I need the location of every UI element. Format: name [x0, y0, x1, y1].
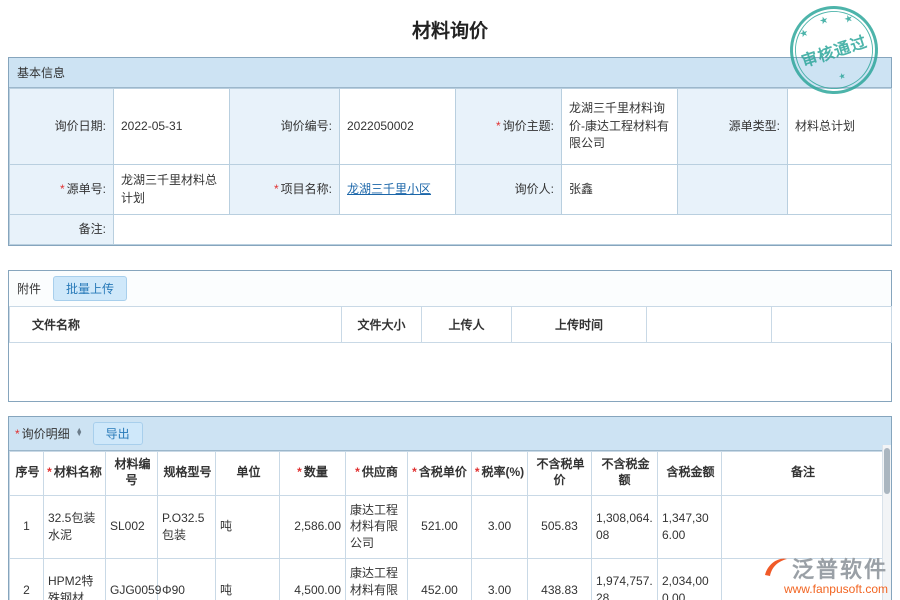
attachments-table: 文件名称 文件大小 上传人 上传时间 — [9, 306, 892, 401]
brand-name: 泛普软件 — [792, 552, 888, 584]
attachments-section: 附件 批量上传 文件名称 文件大小 上传人 上传时间 — [8, 270, 892, 402]
cell-remark — [722, 495, 883, 558]
subject-value: 龙湖三千里材料询价-康达工程材料有限公司 — [562, 89, 678, 165]
cell-untaxed-price: 505.83 — [528, 495, 592, 558]
col-empty-2 — [772, 307, 892, 343]
col-remark: 备注 — [722, 451, 883, 495]
col-untaxed-amount: 不含税金额 — [592, 451, 658, 495]
project-name-link[interactable]: 龙湖三千里小区 — [347, 182, 431, 196]
export-button[interactable]: 导出 — [93, 422, 143, 445]
cell-unit: 吨 — [216, 495, 280, 558]
cell-material-name: HPM2特殊钢材 — [44, 558, 106, 600]
col-taxed-price: *含税单价 — [408, 451, 472, 495]
source-type-value: 材料总计划 — [788, 89, 892, 165]
cell-seq: 2 — [10, 558, 44, 600]
cell-spec-model: Φ90 — [158, 558, 216, 600]
sort-icon[interactable]: ▲▼ — [76, 429, 83, 437]
col-quantity: *数量 — [280, 451, 346, 495]
basic-row-1: 询价日期: 2022-05-31 询价编号: 2022050002 *询价主题:… — [10, 89, 892, 165]
col-supplier: *供应商 — [346, 451, 408, 495]
remark-value — [114, 215, 892, 245]
fanpu-logo-icon — [764, 557, 788, 580]
cell-taxed-price: 452.00 — [408, 558, 472, 600]
source-type-label: 源单类型: — [678, 89, 788, 165]
col-spec-model: 规格型号 — [158, 451, 216, 495]
attachments-title: 附件 — [17, 280, 41, 297]
table-row: 2 HPM2特殊钢材 GJG0059 Φ90 吨 4,500.00 康达工程材料… — [10, 558, 883, 600]
col-untaxed-price: 不含税单价 — [528, 451, 592, 495]
inquirer-value: 张鑫 — [562, 165, 678, 215]
batch-upload-button[interactable]: 批量上传 — [53, 276, 127, 301]
col-file-size: 文件大小 — [342, 307, 422, 343]
cell-untaxed-price: 438.83 — [528, 558, 592, 600]
attachments-bar: 附件 批量上传 — [9, 271, 891, 306]
col-uploader: 上传人 — [422, 307, 512, 343]
required-mark: * — [15, 427, 20, 441]
source-no-value: 龙湖三千里材料总计划 — [114, 165, 230, 215]
attachments-empty-row — [10, 343, 892, 401]
subject-label: *询价主题: — [456, 89, 562, 165]
brand-website: www.fanpusoft.com — [764, 582, 888, 596]
detail-section: *询价明细 ▲▼ 导出 序号 *材料名称 材料编号 规格型号 单位 *数量 *供… — [8, 416, 892, 600]
cell-tax-rate: 3.00 — [472, 558, 528, 600]
col-file-name: 文件名称 — [10, 307, 342, 343]
source-no-label: *源单号: — [10, 165, 114, 215]
detail-title: *询价明细 — [15, 425, 70, 442]
col-seq: 序号 — [10, 451, 44, 495]
detail-bar: *询价明细 ▲▼ 导出 — [9, 417, 891, 451]
cell-material-code: GJG0059 — [106, 558, 158, 600]
required-mark: * — [496, 119, 501, 133]
cell-seq: 1 — [10, 495, 44, 558]
attachments-empty-area — [10, 343, 892, 401]
cell-material-name: 32.5包装水泥 — [44, 495, 106, 558]
cell-unit: 吨 — [216, 558, 280, 600]
project-name-cell: 龙湖三千里小区 — [340, 165, 456, 215]
cell-untaxed-amount: 1,308,064.08 — [592, 495, 658, 558]
cell-taxed-amount: 1,347,306.00 — [658, 495, 722, 558]
table-row: 1 32.5包装水泥 SL002 P.O32.5包装 吨 2,586.00 康达… — [10, 495, 883, 558]
detail-table: 序号 *材料名称 材料编号 规格型号 单位 *数量 *供应商 *含税单价 *税率… — [9, 451, 883, 600]
cell-untaxed-amount: 1,974,757.28 — [592, 558, 658, 600]
detail-header-row: 序号 *材料名称 材料编号 规格型号 单位 *数量 *供应商 *含税单价 *税率… — [10, 451, 883, 495]
inq-no-label: 询价编号: — [230, 89, 340, 165]
col-material-code: 材料编号 — [106, 451, 158, 495]
col-upload-time: 上传时间 — [512, 307, 647, 343]
page: 材料询价 ★ ★ ★ ★ 审核通过 基本信息 询价日期: 2022-05-31 … — [0, 0, 900, 600]
col-tax-rate: *税率(%) — [472, 451, 528, 495]
scrollbar-thumb[interactable] — [884, 448, 890, 494]
basic-row-2: *源单号: 龙湖三千里材料总计划 *项目名称: 龙湖三千里小区 询价人: 张鑫 — [10, 165, 892, 215]
col-unit: 单位 — [216, 451, 280, 495]
empty-label — [678, 165, 788, 215]
attachments-header-row: 文件名称 文件大小 上传人 上传时间 — [10, 307, 892, 343]
required-mark: * — [60, 182, 65, 196]
inq-date-label: 询价日期: — [10, 89, 114, 165]
cell-quantity: 4,500.00 — [280, 558, 346, 600]
basic-info-section: 基本信息 询价日期: 2022-05-31 询价编号: 2022050002 *… — [8, 57, 892, 246]
cell-material-code: SL002 — [106, 495, 158, 558]
cell-taxed-price: 521.00 — [408, 495, 472, 558]
empty-value — [788, 165, 892, 215]
cell-taxed-amount: 2,034,000.00 — [658, 558, 722, 600]
col-empty-1 — [647, 307, 772, 343]
basic-row-3: 备注: — [10, 215, 892, 245]
cell-tax-rate: 3.00 — [472, 495, 528, 558]
cell-spec-model: P.O32.5包装 — [158, 495, 216, 558]
inquirer-label: 询价人: — [456, 165, 562, 215]
required-mark: * — [274, 182, 279, 196]
basic-info-header: 基本信息 — [9, 58, 891, 88]
remark-label: 备注: — [10, 215, 114, 245]
basic-info-table: 询价日期: 2022-05-31 询价编号: 2022050002 *询价主题:… — [9, 88, 892, 245]
inq-no-value: 2022050002 — [340, 89, 456, 165]
page-title: 材料询价 — [0, 0, 900, 57]
cell-quantity: 2,586.00 — [280, 495, 346, 558]
project-name-label: *项目名称: — [230, 165, 340, 215]
footer-logo: 泛普软件 www.fanpusoft.com — [764, 552, 888, 596]
col-taxed-amount: 含税金额 — [658, 451, 722, 495]
cell-supplier: 康达工程材料有限公司 — [346, 495, 408, 558]
cell-supplier: 康达工程材料有限公司 — [346, 558, 408, 600]
col-material-name: *材料名称 — [44, 451, 106, 495]
inq-date-value: 2022-05-31 — [114, 89, 230, 165]
